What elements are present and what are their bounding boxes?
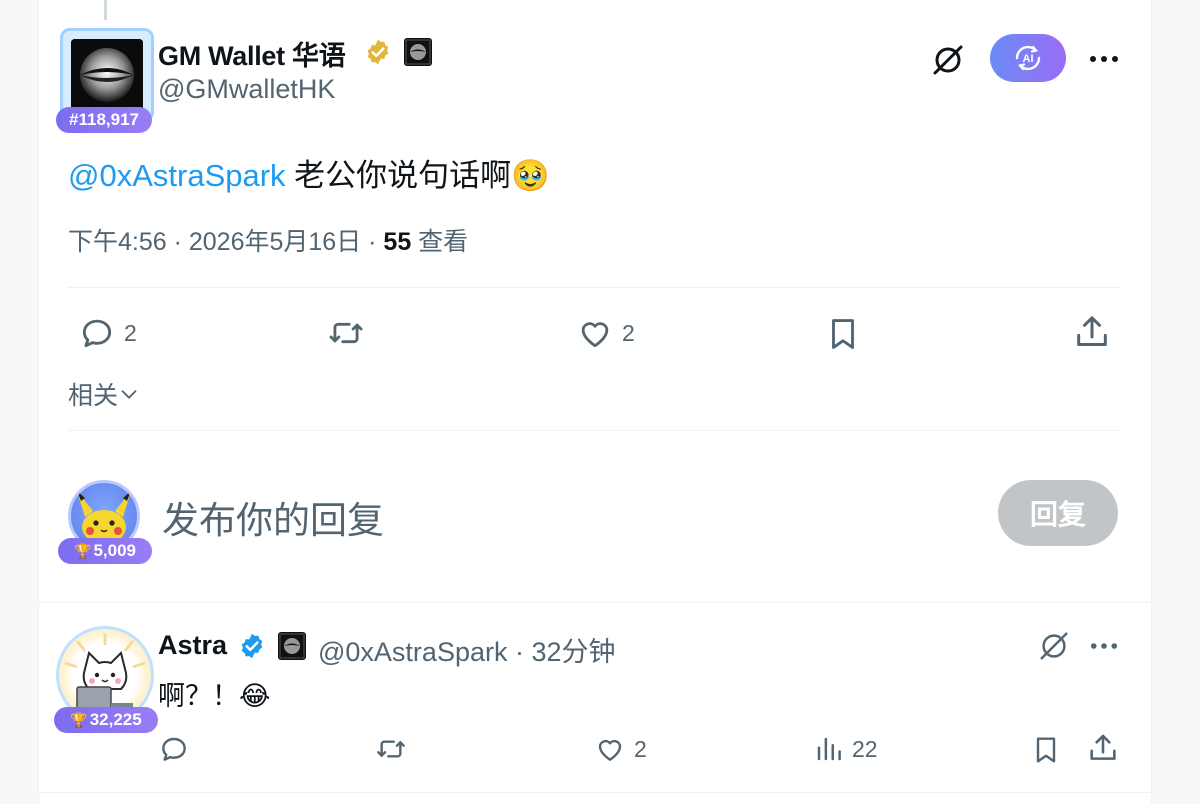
tweet-meta: 下午4:56 · 2026年5月16日 · 55 查看 [68, 222, 468, 258]
svg-text:AI: AI [1023, 53, 1034, 65]
bookmark-icon [832, 319, 854, 349]
bookmark-icon [1036, 737, 1056, 763]
more-icon[interactable] [1084, 44, 1124, 74]
reply-reply-action[interactable] [158, 733, 190, 765]
reply-views-action[interactable]: 22 [814, 733, 878, 765]
author-name[interactable]: GM Wallet 华语 [158, 34, 346, 73]
reply-like-action[interactable]: 2 [594, 733, 647, 765]
grok-slash-icon[interactable] [928, 40, 968, 80]
retweet-action[interactable] [326, 314, 366, 352]
tweet-text: @0xAstraSpark 老公你说句话啊🥹 [68, 150, 550, 195]
thread-line [104, 0, 107, 20]
retweet-icon [329, 322, 363, 344]
views-label: 查看 [411, 228, 469, 256]
section-divider [38, 602, 1152, 603]
reply-share-action[interactable] [1086, 731, 1120, 765]
reply-body-text: 啊？！ [158, 681, 239, 711]
user-rank-value: 5,009 [93, 541, 136, 560]
reply-text: 啊？！😂 [158, 674, 271, 713]
reply-action[interactable]: 2 [78, 314, 137, 352]
reply-rank-value: 32,225 [89, 710, 142, 729]
author-rank-badge: #118,917 [56, 107, 152, 133]
like-count: 2 [622, 319, 635, 346]
chevron-down-icon [121, 390, 137, 399]
like-action[interactable]: 2 [576, 314, 635, 352]
share-icon [1077, 316, 1107, 346]
pleading-face-emoji: 🥹 [511, 158, 550, 193]
related-toggle[interactable]: 相关 [68, 376, 140, 412]
reply-handle-time[interactable]: @0xAstraSpark · 32分钟 [318, 630, 616, 669]
reply-like-count: 2 [634, 735, 647, 762]
author-handle[interactable]: @GMwalletHK [158, 74, 335, 105]
section-divider [38, 792, 1152, 793]
joy-emoji: 😂 [239, 681, 271, 711]
views-count: 55 [383, 228, 412, 256]
affiliate-badge-icon [278, 632, 306, 660]
reply-bookmark-action[interactable] [1030, 733, 1062, 767]
tweet-body-text: 老公你说句话啊 [285, 158, 512, 193]
reply-views-count: 22 [852, 735, 878, 762]
bookmark-action[interactable] [824, 314, 862, 354]
divider [68, 287, 1122, 288]
share-icon [1090, 734, 1116, 760]
like-icon [581, 322, 609, 348]
retweet-icon [377, 740, 405, 758]
reply-button[interactable]: 回复 [998, 480, 1118, 546]
reply-rank-badge: 🏆 32,225 [54, 707, 158, 733]
like-icon [598, 739, 622, 761]
ai-button[interactable]: AI [990, 34, 1066, 82]
reply-input[interactable]: 发布你的回复 [162, 490, 384, 544]
reply-count: 2 [124, 319, 137, 346]
affiliate-badge-icon [404, 38, 432, 66]
reply-icon [162, 737, 186, 761]
trophy-icon: 🏆 [70, 712, 88, 728]
gm-logo [71, 39, 143, 111]
grok-slash-icon[interactable] [1034, 628, 1074, 664]
share-action[interactable] [1072, 312, 1112, 352]
divider [68, 430, 1122, 431]
user-rank-badge: 🏆 5,009 [58, 538, 152, 564]
views-icon [817, 737, 841, 761]
reply-retweet-action[interactable] [374, 733, 408, 765]
mention-link[interactable]: @0xAstraSpark [68, 158, 286, 193]
reply-author-name[interactable]: Astra [158, 630, 227, 661]
related-label: 相关 [68, 382, 119, 410]
trophy-icon: 🏆 [74, 543, 92, 559]
more-icon[interactable] [1084, 632, 1124, 660]
ai-icon: AI [1015, 45, 1041, 71]
gold-verified-icon [367, 39, 389, 65]
tweet-timestamp[interactable]: 下午4:56 · 2026年5月16日 · [68, 228, 383, 256]
blue-verified-icon [241, 633, 263, 659]
reply-icon [82, 319, 112, 348]
